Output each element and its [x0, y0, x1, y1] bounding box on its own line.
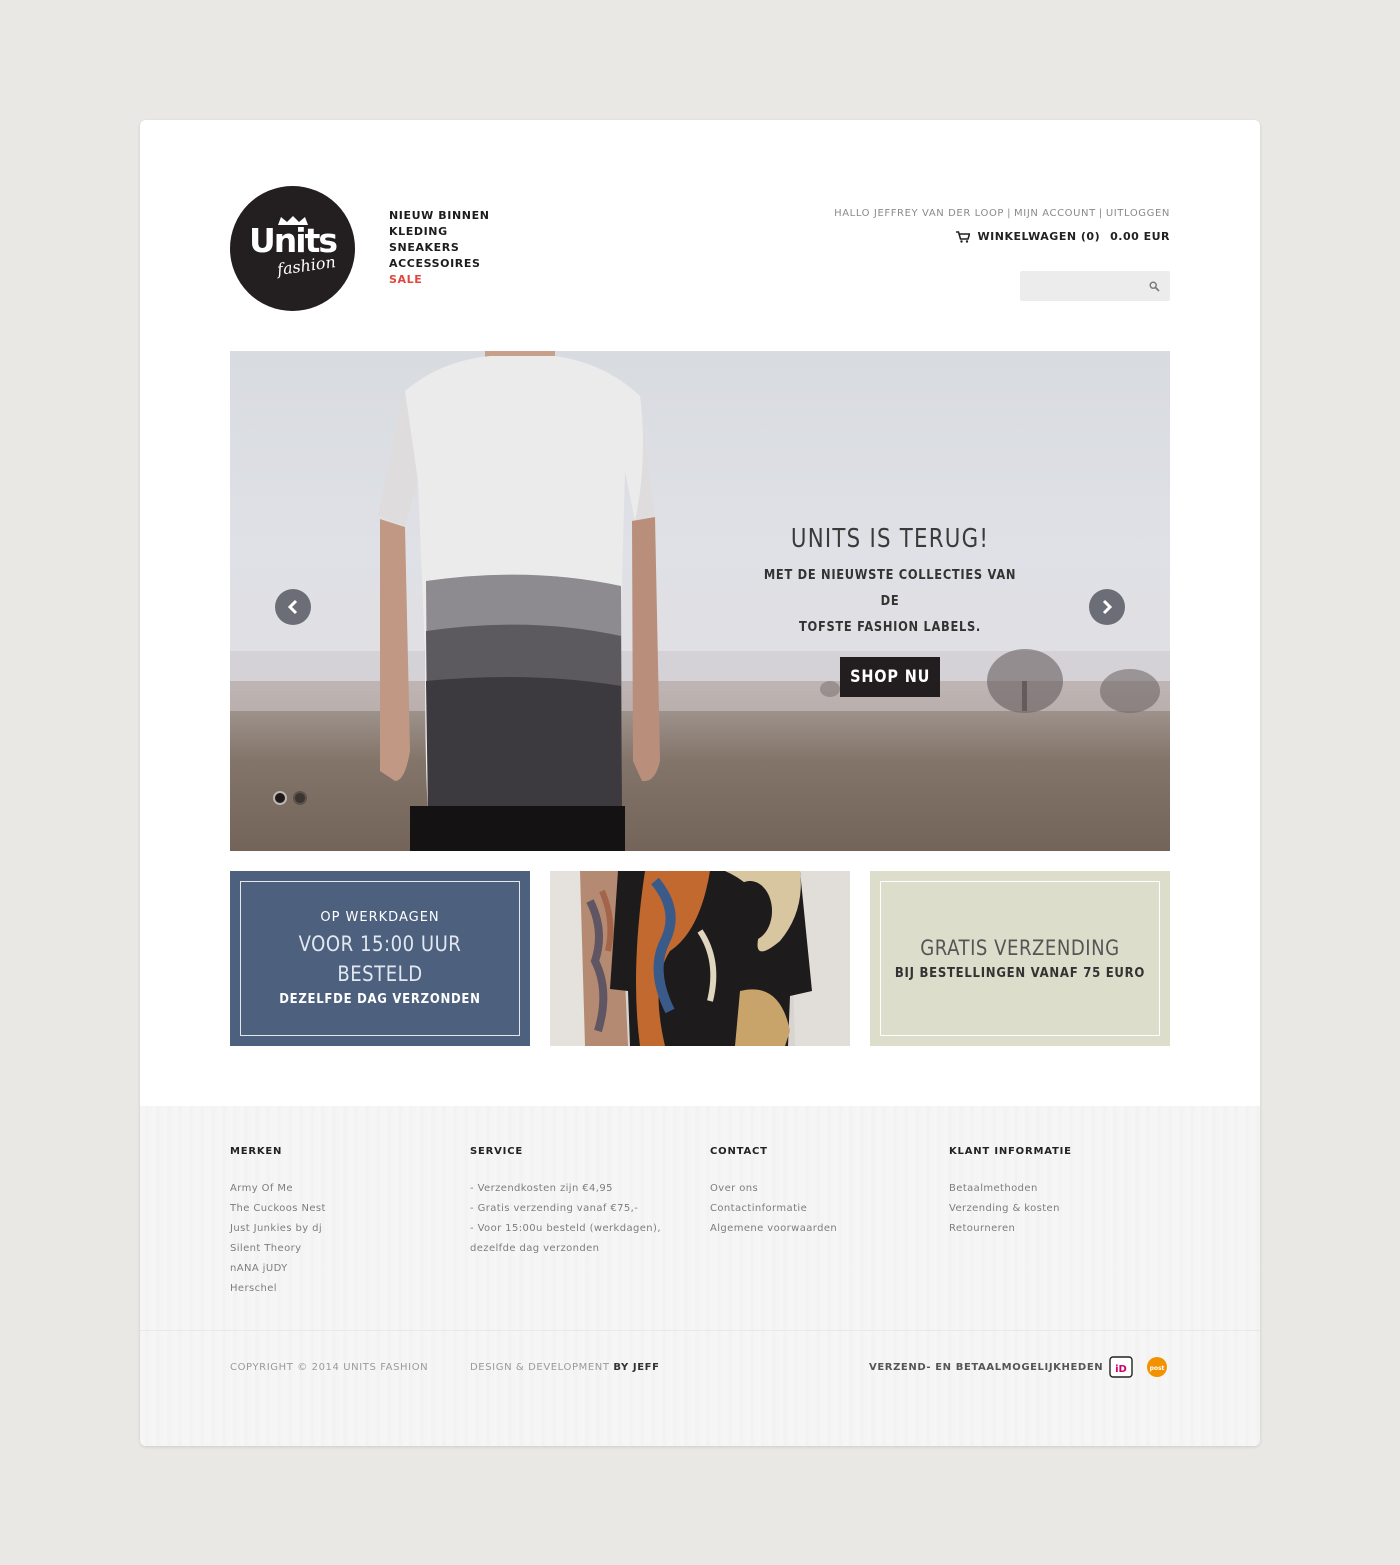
chevron-right-icon — [1102, 599, 1113, 615]
hero-subtitle: MET DE NIEUWSTE COLLECTIES VAN DE TOFSTE… — [763, 568, 1017, 635]
cart-total: 0.00 EUR — [1110, 230, 1170, 243]
service-text: dezelfde dag verzonden — [470, 1243, 600, 1254]
footer-link-algemene-voorwaarden[interactable]: Algemene voorwaarden — [710, 1219, 930, 1239]
postnl-icon: post — [1147, 1357, 1167, 1377]
design-credit: DESIGN & DEVELOPMENT BY JEFF — [470, 1362, 660, 1373]
shopping-cart-link[interactable]: WINKELWAGEN (0) 0.00 EUR — [834, 230, 1170, 243]
footer-heading: SERVICE — [470, 1146, 523, 1157]
product-photo-promo[interactable] — [550, 871, 850, 1046]
footer-link-contactinformatie[interactable]: Contactinformatie — [710, 1199, 930, 1219]
footer: MERKEN Army Of Me The Cuckoos Nest Just … — [140, 1106, 1260, 1446]
units-fashion-logo[interactable]: Units fashion — [230, 186, 355, 311]
footer-link-verzending-kosten[interactable]: Verzending & kosten — [949, 1199, 1169, 1219]
footer-link-betaalmethoden[interactable]: Betaalmethoden — [949, 1179, 1169, 1199]
nav-item-kleding[interactable]: KLEDING — [389, 224, 490, 240]
search-box — [1020, 271, 1170, 301]
footer-link-retourneren[interactable]: Retourneren — [949, 1219, 1169, 1239]
svg-text:iD: iD — [1115, 1364, 1127, 1375]
footer-heading: KLANT INFORMATIE — [949, 1146, 1072, 1157]
slider-next-button[interactable] — [1089, 589, 1125, 625]
footer-link-herschel[interactable]: Herschel — [230, 1279, 450, 1299]
promo-frame: GRATIS VERZENDING BIJ BESTELLINGEN VANAF… — [880, 881, 1160, 1036]
slider-dot-2[interactable] — [293, 791, 307, 805]
footer-link-nana-judy[interactable]: nANA jUDY — [230, 1259, 450, 1279]
slider-prev-button[interactable] — [275, 589, 311, 625]
promo-line-3: DEZELFDE DAG VERZONDEN — [279, 991, 481, 1007]
product-photo — [550, 871, 850, 1046]
footer-heading: CONTACT — [710, 1146, 768, 1157]
footer-column-merken: MERKEN Army Of Me The Cuckoos Nest Just … — [230, 1146, 450, 1299]
svg-text:post: post — [1150, 1365, 1165, 1372]
promo-line-2: VOOR 15:00 UUR BESTELD — [298, 931, 462, 986]
free-shipping-promo[interactable]: GRATIS VERZENDING BIJ BESTELLINGEN VANAF… — [870, 871, 1170, 1046]
logout-link[interactable]: UITLOGGEN — [1106, 208, 1170, 219]
ideal-icon: iD — [1109, 1356, 1133, 1378]
same-day-delivery-promo[interactable]: OP WERKDAGEN VOOR 15:00 UUR BESTELD DEZE… — [230, 871, 530, 1046]
nav-item-sale[interactable]: SALE — [389, 272, 490, 288]
account-links: HALLO JEFFREY VAN DER LOOP | MIJN ACCOUNT |… — [834, 208, 1170, 220]
hero-slider: UNITS IS TERUG! MET DE NIEUWSTE COLLECTI… — [230, 351, 1170, 851]
shop-now-button[interactable]: SHOP NU — [840, 657, 940, 697]
separator: | — [1007, 208, 1012, 219]
promo-line-1: GRATIS VERZENDING — [920, 935, 1120, 960]
footer-divider — [140, 1330, 1260, 1331]
footer-column-contact: CONTACT Over ons Contactinformatie Algem… — [710, 1146, 930, 1239]
slider-dot-1[interactable] — [273, 791, 287, 805]
design-credit-author[interactable]: BY JEFF — [613, 1362, 659, 1373]
cart-icon — [955, 230, 970, 243]
promo-frame: OP WERKDAGEN VOOR 15:00 UUR BESTELD DEZE… — [240, 881, 520, 1036]
service-text: - Voor 15:00u besteld (werkdagen), — [470, 1223, 661, 1234]
page-container: Units fashion NIEUW BINNEN KLEDING SNEAK… — [140, 120, 1260, 1446]
hero-caption: UNITS IS TERUG! MET DE NIEUWSTE COLLECTI… — [740, 519, 1040, 697]
nav-item-sneakers[interactable]: SNEAKERS — [389, 240, 490, 256]
slider-pagination — [273, 791, 313, 805]
footer-link-army-of-me[interactable]: Army Of Me — [230, 1179, 450, 1199]
service-text: - Verzendkosten zijn €4,95 — [470, 1183, 613, 1194]
footer-column-service: SERVICE - Verzendkosten zijn €4,95 - Gra… — [470, 1146, 690, 1259]
separator: | — [1098, 208, 1103, 219]
account-area: HALLO JEFFREY VAN DER LOOP | MIJN ACCOUNT |… — [834, 208, 1170, 243]
chevron-left-icon — [287, 599, 298, 615]
hero-title: UNITS IS TERUG! — [790, 524, 990, 554]
main-navigation: NIEUW BINNEN KLEDING SNEAKERS ACCESSOIRE… — [389, 208, 490, 288]
shop-now-label: SHOP NU — [849, 667, 931, 687]
cart-label: WINKELWAGEN (0) — [977, 230, 1101, 243]
my-account-link[interactable]: MIJN ACCOUNT — [1014, 208, 1096, 219]
footer-link-silent-theory[interactable]: Silent Theory — [230, 1239, 450, 1259]
design-credit-label: DESIGN & DEVELOPMENT — [470, 1362, 610, 1373]
promo-line-2: BIJ BESTELLINGEN VANAF 75 EURO — [894, 965, 1146, 981]
payment-icons: iD post — [1109, 1356, 1181, 1378]
footer-link-just-junkies[interactable]: Just Junkies by dj — [230, 1219, 450, 1239]
nav-item-nieuw-binnen[interactable]: NIEUW BINNEN — [389, 208, 490, 224]
footer-link-cuckoos-nest[interactable]: The Cuckoos Nest — [230, 1199, 450, 1219]
user-greeting-link[interactable]: HALLO JEFFREY VAN DER LOOP — [834, 208, 1004, 219]
logo-wordmark: Units — [248, 221, 338, 260]
search-input[interactable] — [1020, 271, 1140, 301]
search-icon[interactable] — [1149, 281, 1160, 292]
promo-line-1: OP WERKDAGEN — [320, 909, 440, 925]
nav-item-accessoires[interactable]: ACCESSOIRES — [389, 256, 490, 272]
service-text: - Gratis verzending vanaf €75,- — [470, 1203, 639, 1214]
payment-options-label: VERZEND- EN BETAALMOGELIJKHEDEN — [869, 1362, 1104, 1373]
footer-link-over-ons[interactable]: Over ons — [710, 1179, 930, 1199]
footer-column-klant-informatie: KLANT INFORMATIE Betaalmethoden Verzendi… — [949, 1146, 1169, 1239]
footer-heading: MERKEN — [230, 1146, 283, 1157]
copyright-text: COPYRIGHT © 2014 UNITS FASHION — [230, 1362, 429, 1373]
